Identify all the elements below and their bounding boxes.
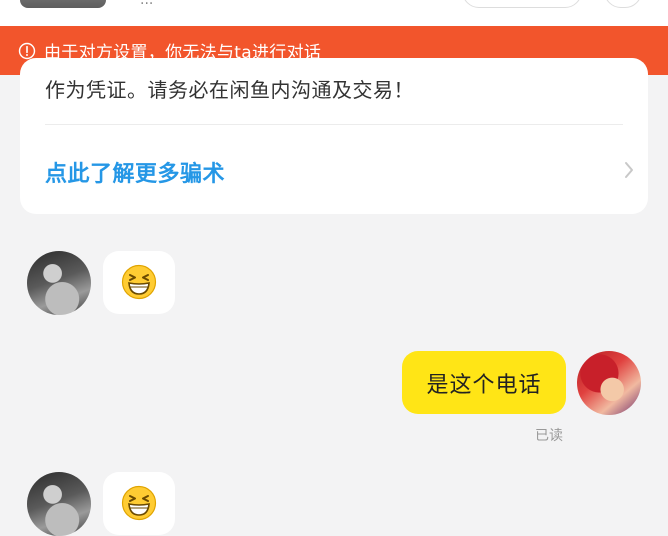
alert-circle-icon bbox=[18, 42, 36, 59]
divider bbox=[45, 124, 623, 125]
chevron-right-icon[interactable] bbox=[624, 161, 634, 179]
message-bubble[interactable] bbox=[103, 251, 175, 314]
header-action-button[interactable] bbox=[462, 0, 582, 8]
avatar[interactable] bbox=[27, 472, 91, 536]
header-subtitle: ... bbox=[140, 0, 154, 8]
header-more-button[interactable] bbox=[604, 0, 642, 8]
grinning-squinting-face-icon bbox=[121, 264, 157, 300]
read-status: 已读 bbox=[535, 428, 563, 444]
safety-notice-card: 作为凭证。请务必在闲鱼内沟通及交易！ 点此了解更多骗术 bbox=[20, 58, 648, 214]
notice-text: 作为凭证。请务必在闲鱼内沟通及交易！ bbox=[45, 78, 414, 102]
avatar-self[interactable] bbox=[577, 351, 641, 415]
grinning-squinting-face-icon bbox=[121, 485, 157, 521]
learn-more-scams-link[interactable]: 点此了解更多骗术 bbox=[45, 156, 225, 188]
chat-header: ... bbox=[0, 0, 668, 26]
message-bubble[interactable] bbox=[103, 472, 175, 535]
avatar[interactable] bbox=[27, 251, 91, 315]
product-thumbnail[interactable] bbox=[20, 0, 106, 8]
message-bubble-self[interactable]: 是这个电话 bbox=[402, 351, 566, 414]
